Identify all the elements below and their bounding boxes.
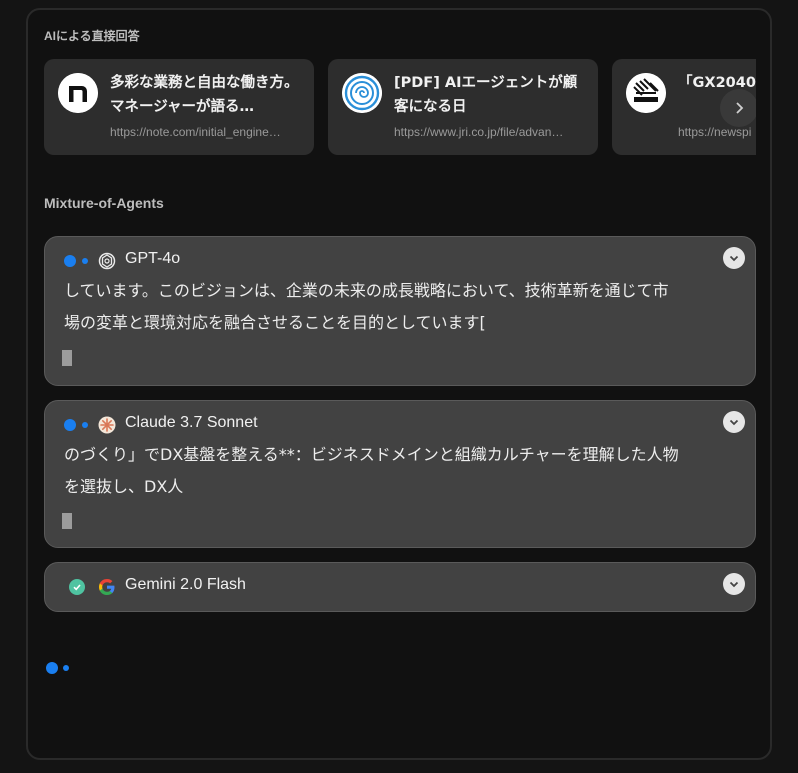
note-logo-icon bbox=[58, 73, 98, 113]
openai-icon bbox=[97, 251, 117, 271]
claude-icon bbox=[97, 415, 117, 435]
source-card[interactable]: 多彩な業務と自由な働き方。マネージャーが語る… https://note.com… bbox=[44, 59, 314, 155]
source-cards-row: 多彩な業務と自由な働き方。マネージャーが語る… https://note.com… bbox=[44, 59, 756, 155]
source-url[interactable]: https://www.jri.co.jp/file/advan… bbox=[394, 125, 588, 139]
agent-output: しています。このビジョンは、企業の未来の成長戦略において、技術革新を通じて市 場… bbox=[64, 275, 736, 339]
chevron-down-icon[interactable] bbox=[723, 573, 745, 595]
output-line: を選抜し、DX人 bbox=[64, 477, 184, 496]
typing-cursor bbox=[62, 513, 72, 529]
output-line: のづくり」でDX基盤を整える**：ビジネスドメインと組織カルチャーを理解した人物 bbox=[64, 445, 679, 464]
check-icon bbox=[69, 579, 85, 595]
typing-cursor bbox=[62, 350, 72, 366]
source-card[interactable]: [PDF] AIエージェントが顧客になる日 https://www.jri.co… bbox=[328, 59, 598, 155]
google-icon bbox=[97, 577, 117, 597]
agent-output: のづくり」でDX基盤を整える**：ビジネスドメインと組織カルチャーを理解した人物… bbox=[64, 439, 736, 503]
source-url[interactable]: https://newspi bbox=[678, 125, 756, 139]
output-line: しています。このビジョンは、企業の未来の成長戦略において、技術革新を通じて市 bbox=[64, 281, 669, 300]
model-name: Claude 3.7 Sonnet bbox=[125, 414, 258, 431]
moa-section-label: Mixture-of-Agents bbox=[44, 195, 164, 211]
agent-card-claude: Claude 3.7 Sonnet のづくり」でDX基盤を整える**：ビジネスド… bbox=[44, 400, 756, 548]
direct-answer-label: AIによる直接回答 bbox=[44, 29, 140, 43]
answer-panel: AIによる直接回答 多彩な業務と自由な働き方。マネージャーが語る… https:… bbox=[26, 8, 772, 760]
loading-dots bbox=[64, 255, 94, 267]
agent-header[interactable]: Gemini 2.0 Flash bbox=[45, 563, 755, 609]
model-name: GPT-4o bbox=[125, 250, 181, 267]
loading-dots bbox=[64, 419, 94, 431]
jri-logo-icon bbox=[342, 73, 382, 113]
chevron-down-icon[interactable] bbox=[723, 411, 745, 433]
output-line: 場の変革と環境対応を融合させることを目的としています[ bbox=[64, 313, 486, 332]
source-url[interactable]: https://note.com/initial_engine… bbox=[110, 125, 304, 139]
chevron-down-icon[interactable] bbox=[723, 247, 745, 269]
agent-card-gemini: Gemini 2.0 Flash bbox=[44, 562, 756, 612]
source-title: 多彩な業務と自由な働き方。マネージャーが語る… bbox=[110, 75, 299, 115]
agent-card-gpt-4o: GPT-4o しています。このビジョンは、企業の未来の成長戦略において、技術革新… bbox=[44, 236, 756, 386]
source-title: [PDF] AIエージェントが顧客になる日 bbox=[394, 75, 578, 115]
model-name: Gemini 2.0 Flash bbox=[125, 576, 246, 593]
newspicks-logo-icon bbox=[626, 73, 666, 113]
loading-dots bbox=[46, 662, 76, 674]
chevron-right-icon[interactable] bbox=[720, 89, 756, 127]
